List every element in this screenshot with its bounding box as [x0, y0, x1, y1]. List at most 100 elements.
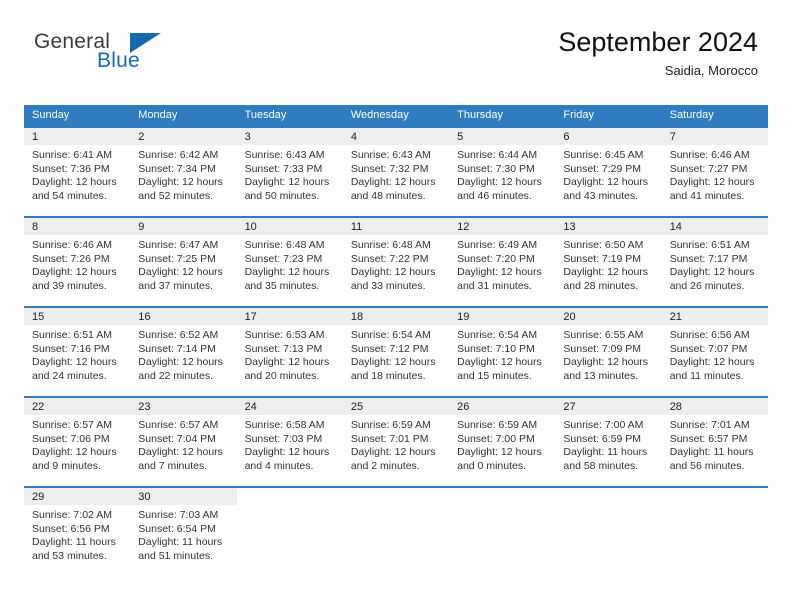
day-cell[interactable]: 8 Sunrise: 6:46 AM Sunset: 7:26 PM Dayli… — [24, 218, 131, 306]
calendar-cell[interactable]: 7 Sunrise: 6:46 AM Sunset: 7:27 PM Dayli… — [661, 126, 768, 217]
day-cell[interactable]: 20 Sunrise: 6:55 AM Sunset: 7:09 PM Dayl… — [555, 308, 662, 396]
day-details: Sunrise: 6:43 AM Sunset: 7:32 PM Dayligh… — [343, 145, 449, 203]
calendar-cell[interactable]: 25 Sunrise: 6:59 AM Sunset: 7:01 PM Dayl… — [342, 396, 450, 487]
day-cell[interactable]: 9 Sunrise: 6:47 AM Sunset: 7:25 PM Dayli… — [130, 218, 237, 306]
day-number — [662, 488, 768, 505]
weekday-header-thursday: Thursday — [449, 105, 556, 127]
calendar-cell[interactable]: 17 Sunrise: 6:53 AM Sunset: 7:13 PM Dayl… — [236, 306, 343, 397]
sunset-text: Sunset: 7:20 PM — [457, 252, 535, 265]
day-cell[interactable]: 3 Sunrise: 6:43 AM Sunset: 7:33 PM Dayli… — [236, 128, 343, 216]
day-number — [555, 488, 661, 505]
calendar-cell[interactable]: 3 Sunrise: 6:43 AM Sunset: 7:33 PM Dayli… — [236, 126, 343, 217]
daylight-text-line2: and 26 minutes. — [669, 279, 745, 292]
calendar-cell[interactable]: 23 Sunrise: 6:57 AM Sunset: 7:04 PM Dayl… — [130, 396, 237, 487]
calendar-cell[interactable]: 27 Sunrise: 7:00 AM Sunset: 6:59 PM Dayl… — [555, 396, 662, 487]
day-number: 10 — [236, 218, 343, 235]
day-cell[interactable]: 10 Sunrise: 6:48 AM Sunset: 7:23 PM Dayl… — [236, 218, 343, 306]
calendar-cell[interactable]: 15 Sunrise: 6:51 AM Sunset: 7:16 PM Dayl… — [24, 306, 131, 397]
sunset-text: Sunset: 7:06 PM — [32, 432, 110, 445]
calendar-cell[interactable]: 12 Sunrise: 6:49 AM Sunset: 7:20 PM Dayl… — [449, 216, 556, 307]
daylight-text-line2: and 24 minutes. — [32, 369, 107, 382]
day-cell[interactable]: 25 Sunrise: 6:59 AM Sunset: 7:01 PM Dayl… — [342, 398, 450, 486]
calendar-cell[interactable]: 16 Sunrise: 6:52 AM Sunset: 7:14 PM Dayl… — [130, 306, 237, 397]
calendar-cell[interactable]: 1 Sunrise: 6:41 AM Sunset: 7:36 PM Dayli… — [24, 126, 131, 217]
day-cell-empty — [343, 488, 449, 576]
day-cell[interactable]: 21 Sunrise: 6:56 AM Sunset: 7:07 PM Dayl… — [661, 308, 768, 396]
calendar-cell[interactable]: 18 Sunrise: 6:54 AM Sunset: 7:12 PM Dayl… — [342, 306, 450, 397]
day-cell[interactable]: 30 Sunrise: 7:03 AM Sunset: 6:54 PM Dayl… — [130, 488, 237, 576]
daylight-text-line1: Daylight: 12 hours — [563, 356, 649, 369]
day-cell[interactable]: 16 Sunrise: 6:52 AM Sunset: 7:14 PM Dayl… — [130, 308, 237, 396]
calendar-cell[interactable]: 14 Sunrise: 6:51 AM Sunset: 7:17 PM Dayl… — [661, 216, 768, 307]
calendar-cell[interactable]: 29 Sunrise: 7:02 AM Sunset: 6:56 PM Dayl… — [24, 486, 131, 576]
calendar-cell[interactable]: 20 Sunrise: 6:55 AM Sunset: 7:09 PM Dayl… — [555, 306, 662, 397]
calendar-cell[interactable]: 4 Sunrise: 6:43 AM Sunset: 7:32 PM Dayli… — [342, 126, 450, 217]
daylight-text-line1: Daylight: 12 hours — [350, 266, 436, 279]
day-number — [449, 488, 555, 505]
general-blue-logo[interactable]: General Blue — [34, 30, 224, 86]
calendar-cell[interactable]: 24 Sunrise: 6:58 AM Sunset: 7:03 PM Dayl… — [236, 396, 343, 487]
day-number: 11 — [342, 218, 450, 235]
daylight-text-line1: Daylight: 12 hours — [669, 176, 755, 189]
day-cell[interactable]: 22 Sunrise: 6:57 AM Sunset: 7:06 PM Dayl… — [24, 398, 131, 486]
day-cell[interactable]: 17 Sunrise: 6:53 AM Sunset: 7:13 PM Dayl… — [236, 308, 343, 396]
sunrise-text: Sunrise: 6:57 AM — [138, 419, 219, 431]
day-cell[interactable]: 1 Sunrise: 6:41 AM Sunset: 7:36 PM Dayli… — [24, 128, 131, 216]
day-cell[interactable]: 18 Sunrise: 6:54 AM Sunset: 7:12 PM Dayl… — [342, 308, 450, 396]
calendar-cell[interactable]: 11 Sunrise: 6:48 AM Sunset: 7:22 PM Dayl… — [342, 216, 450, 307]
sunset-text: Sunset: 6:59 PM — [563, 432, 642, 445]
calendar-cell[interactable]: 8 Sunrise: 6:46 AM Sunset: 7:26 PM Dayli… — [24, 216, 131, 307]
sunrise-text: Sunrise: 6:43 AM — [350, 149, 431, 161]
daylight-text-line2: and 20 minutes. — [244, 369, 320, 382]
day-cell[interactable]: 24 Sunrise: 6:58 AM Sunset: 7:03 PM Dayl… — [236, 398, 343, 486]
day-number: 19 — [449, 308, 556, 325]
calendar-cell[interactable]: 21 Sunrise: 6:56 AM Sunset: 7:07 PM Dayl… — [661, 306, 768, 397]
day-cell[interactable]: 6 Sunrise: 6:45 AM Sunset: 7:29 PM Dayli… — [555, 128, 662, 216]
day-cell[interactable]: 26 Sunrise: 6:59 AM Sunset: 7:00 PM Dayl… — [449, 398, 556, 486]
daylight-text-line2: and 58 minutes. — [563, 459, 639, 472]
day-cell[interactable]: 2 Sunrise: 6:42 AM Sunset: 7:34 PM Dayli… — [130, 128, 237, 216]
calendar-week-row: 29 Sunrise: 7:02 AM Sunset: 6:56 PM Dayl… — [24, 486, 768, 576]
day-cell[interactable]: 13 Sunrise: 6:50 AM Sunset: 7:19 PM Dayl… — [555, 218, 662, 306]
day-cell[interactable]: 29 Sunrise: 7:02 AM Sunset: 6:56 PM Dayl… — [24, 488, 131, 576]
sunrise-text: Sunrise: 6:54 AM — [457, 329, 538, 341]
sunset-text: Sunset: 7:23 PM — [244, 252, 323, 265]
calendar-cell[interactable]: 19 Sunrise: 6:54 AM Sunset: 7:10 PM Dayl… — [449, 306, 556, 397]
calendar-cell[interactable]: 6 Sunrise: 6:45 AM Sunset: 7:29 PM Dayli… — [555, 126, 662, 217]
day-cell[interactable]: 14 Sunrise: 6:51 AM Sunset: 7:17 PM Dayl… — [661, 218, 768, 306]
sunset-text: Sunset: 7:19 PM — [563, 252, 642, 265]
day-cell[interactable]: 12 Sunrise: 6:49 AM Sunset: 7:20 PM Dayl… — [449, 218, 556, 306]
day-cell[interactable]: 4 Sunrise: 6:43 AM Sunset: 7:32 PM Dayli… — [342, 128, 450, 216]
day-cell[interactable]: 23 Sunrise: 6:57 AM Sunset: 7:04 PM Dayl… — [130, 398, 237, 486]
calendar-cell[interactable]: 26 Sunrise: 6:59 AM Sunset: 7:00 PM Dayl… — [449, 396, 556, 487]
calendar-cell[interactable]: 22 Sunrise: 6:57 AM Sunset: 7:06 PM Dayl… — [24, 396, 131, 487]
sunrise-text: Sunrise: 6:41 AM — [32, 149, 112, 161]
daylight-text-line1: Daylight: 12 hours — [669, 356, 755, 369]
day-cell[interactable]: 27 Sunrise: 7:00 AM Sunset: 6:59 PM Dayl… — [555, 398, 662, 486]
calendar-cell-empty — [342, 486, 450, 576]
calendar-cell[interactable]: 28 Sunrise: 7:01 AM Sunset: 6:57 PM Dayl… — [661, 396, 768, 487]
calendar-cell[interactable]: 5 Sunrise: 6:44 AM Sunset: 7:30 PM Dayli… — [449, 126, 556, 217]
day-cell[interactable]: 7 Sunrise: 6:46 AM Sunset: 7:27 PM Dayli… — [661, 128, 768, 216]
daylight-text-line1: Daylight: 12 hours — [32, 176, 117, 189]
day-cell[interactable]: 5 Sunrise: 6:44 AM Sunset: 7:30 PM Dayli… — [449, 128, 556, 216]
sunrise-text: Sunrise: 6:58 AM — [244, 419, 325, 431]
calendar-week-row: 8 Sunrise: 6:46 AM Sunset: 7:26 PM Dayli… — [24, 216, 768, 307]
day-cell[interactable]: 15 Sunrise: 6:51 AM Sunset: 7:16 PM Dayl… — [24, 308, 131, 396]
calendar-cell[interactable]: 2 Sunrise: 6:42 AM Sunset: 7:34 PM Dayli… — [130, 126, 237, 217]
day-details: Sunrise: 6:46 AM Sunset: 7:26 PM Dayligh… — [24, 235, 130, 293]
day-details: Sunrise: 6:43 AM Sunset: 7:33 PM Dayligh… — [237, 145, 343, 203]
calendar-cell[interactable]: 13 Sunrise: 6:50 AM Sunset: 7:19 PM Dayl… — [555, 216, 662, 307]
day-cell[interactable]: 19 Sunrise: 6:54 AM Sunset: 7:10 PM Dayl… — [449, 308, 556, 396]
day-cell[interactable]: 11 Sunrise: 6:48 AM Sunset: 7:22 PM Dayl… — [342, 218, 450, 306]
page-header: General Blue September 2024 Saidia, Moro… — [24, 26, 768, 92]
calendar-cell[interactable]: 30 Sunrise: 7:03 AM Sunset: 6:54 PM Dayl… — [130, 486, 237, 576]
weekday-header-saturday: Saturday — [661, 105, 768, 127]
daylight-text-line2: and 22 minutes. — [138, 369, 213, 382]
calendar-cell[interactable]: 9 Sunrise: 6:47 AM Sunset: 7:25 PM Dayli… — [130, 216, 237, 307]
calendar-cell[interactable]: 10 Sunrise: 6:48 AM Sunset: 7:23 PM Dayl… — [236, 216, 343, 307]
day-details: Sunrise: 6:59 AM Sunset: 7:00 PM Dayligh… — [449, 415, 555, 473]
day-details: Sunrise: 7:00 AM Sunset: 6:59 PM Dayligh… — [555, 415, 661, 473]
day-cell[interactable]: 28 Sunrise: 7:01 AM Sunset: 6:57 PM Dayl… — [661, 398, 768, 486]
sunrise-text: Sunrise: 7:02 AM — [32, 509, 112, 521]
